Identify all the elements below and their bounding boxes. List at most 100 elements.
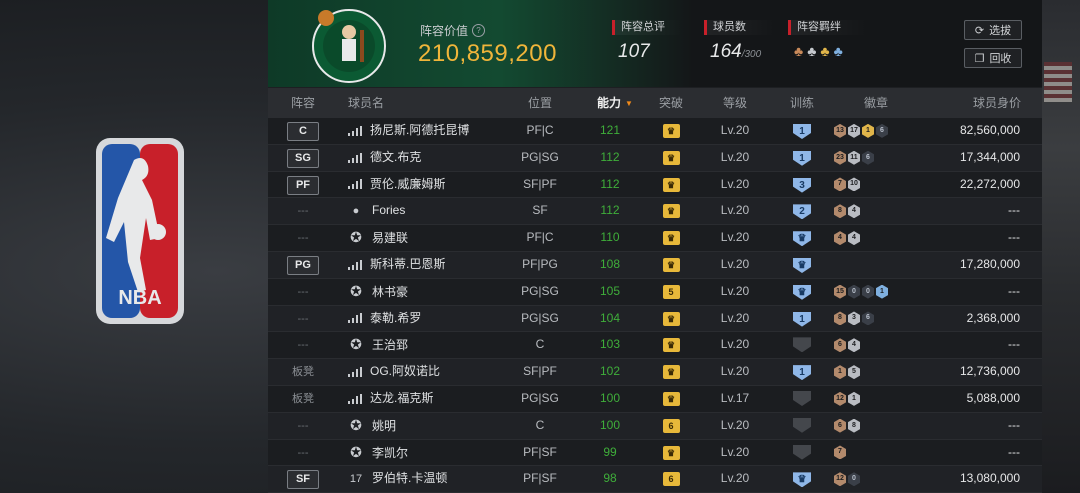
badge-dark-icon[interactable]: 6	[862, 150, 874, 165]
badge-dark-icon[interactable]: 0	[848, 472, 860, 487]
player-name[interactable]: Fories	[372, 203, 405, 217]
badge-dark-icon[interactable]: 6	[876, 123, 888, 138]
badge-silver-icon[interactable]: 4	[848, 204, 860, 219]
badge-silver-icon[interactable]: 5	[848, 365, 860, 380]
player-name-cell[interactable]: ✪ 姚明	[348, 413, 518, 439]
training-shield-icon[interactable]: 1	[793, 311, 811, 327]
lineup-slot-badge[interactable]: PF	[287, 175, 319, 195]
training-shield-icon[interactable]: 1	[793, 150, 811, 166]
breakthrough-icon[interactable]: ♛	[662, 311, 680, 326]
player-name-cell[interactable]: OG.阿奴诺比	[348, 359, 518, 385]
badge-bronze-icon[interactable]: 13	[834, 123, 846, 138]
player-name-cell[interactable]: ● Fories	[348, 198, 518, 224]
table-row[interactable]: C 扬尼斯.阿德托昆博 PF|C 121 ♛ Lv.20 1 13 17 1 6 82…	[268, 118, 1042, 145]
breakthrough-icon[interactable]: ♛	[662, 445, 680, 460]
table-row[interactable]: --- ✪ 李凯尔 PF|SF 99 ♛ Lv.20 7 ---	[268, 439, 1042, 467]
player-name[interactable]: 林书豪	[372, 285, 408, 299]
col-training[interactable]: 训练	[782, 88, 822, 118]
player-name[interactable]: 罗伯特.卡温顿	[372, 471, 447, 485]
table-row[interactable]: 板凳 OG.阿奴诺比 SF|PF 102 ♛ Lv.20 1 15 12,736…	[268, 359, 1042, 386]
table-row[interactable]: --- ✪ 林书豪 PG|SG 105 5 Lv.20 ♛ 15 0 0 1 ---	[268, 278, 1042, 306]
table-row[interactable]: PG 斯科蒂.巴恩斯 PF|PG 108 ♛ Lv.20 ♛ 17,280,00…	[268, 251, 1042, 279]
table-row[interactable]: SF 17 罗伯特.卡温顿 PF|SF 98 6 Lv.20 ♛ 12 0 13,0…	[268, 466, 1042, 493]
player-name-cell[interactable]: ✪ 李凯尔	[348, 440, 518, 466]
badge-bronze-icon[interactable]: 8	[834, 204, 846, 219]
badge-bronze-icon[interactable]: 8	[834, 311, 846, 326]
breakthrough-icon[interactable]: ♛	[662, 257, 680, 272]
lineup-slot-badge[interactable]: C	[287, 122, 319, 141]
player-name[interactable]: 王治郅	[372, 338, 408, 352]
breakthrough-icon[interactable]: 6	[662, 472, 680, 487]
badge-bronze-icon[interactable]: 4	[834, 231, 846, 246]
training-shield-icon[interactable]: ♛	[793, 257, 811, 273]
badge-bronze-icon[interactable]: 7	[834, 445, 846, 460]
badge-bronze-icon[interactable]: 1	[834, 365, 846, 380]
badge-bronze-icon[interactable]: 15	[834, 284, 846, 299]
breakthrough-icon[interactable]: ♛	[662, 231, 680, 246]
player-name[interactable]: 贾伦.威廉姆斯	[370, 177, 445, 191]
breakthrough-icon[interactable]: ♛	[662, 177, 680, 192]
lineup-slot-badge[interactable]: SG	[287, 148, 319, 168]
badge-dark-icon[interactable]: 0	[862, 284, 874, 299]
help-icon[interactable]: ?	[472, 24, 486, 37]
player-name-cell[interactable]: ✪ 易建联	[348, 225, 518, 251]
training-shield-icon[interactable]: 1	[793, 124, 811, 139]
badge-bronze-icon[interactable]: 12	[834, 472, 846, 487]
breakthrough-icon[interactable]: ♛	[662, 391, 680, 406]
col-position[interactable]: 位置	[520, 88, 560, 118]
recycle-button[interactable]: ❐ 回收	[964, 48, 1022, 68]
badge-blue-icon[interactable]: 1	[876, 284, 888, 299]
table-row[interactable]: 板凳 达龙.福克斯 PG|SG 100 ♛ Lv.17 12 1 5,088,00…	[268, 385, 1042, 413]
breakthrough-icon[interactable]: ♛	[662, 204, 680, 219]
bond-gold-icon[interactable]: ♣	[820, 43, 829, 59]
training-shield-icon[interactable]	[793, 417, 811, 433]
player-name-cell[interactable]: 贾伦.威廉姆斯	[348, 172, 518, 198]
badge-bronze-icon[interactable]: 6	[834, 338, 846, 353]
breakthrough-icon[interactable]: ♛	[662, 365, 680, 380]
badge-bronze-icon[interactable]: 12	[834, 391, 846, 406]
badge-silver-icon[interactable]: 8	[848, 418, 860, 433]
table-row[interactable]: --- ✪ 姚明 C 100 6 Lv.20 68 ---	[268, 412, 1042, 440]
breakthrough-icon[interactable]: ♛	[662, 338, 680, 353]
col-name[interactable]: 球员名	[348, 88, 408, 118]
col-badges[interactable]: 徽章	[856, 88, 896, 118]
col-slot[interactable]: 阵容	[282, 88, 324, 118]
training-shield-icon[interactable]: ♛	[793, 231, 811, 247]
breakthrough-icon[interactable]: ♛	[662, 150, 680, 165]
badge-dark-icon[interactable]: 6	[862, 311, 874, 326]
table-row[interactable]: PF 贾伦.威廉姆斯 SF|PF 112 ♛ Lv.20 3 7 10 22,27…	[268, 171, 1042, 199]
breakthrough-icon[interactable]: 6	[662, 418, 680, 433]
badge-silver-icon[interactable]: 4	[848, 231, 860, 246]
player-name-cell[interactable]: 17 罗伯特.卡温顿	[348, 466, 518, 492]
table-row[interactable]: --- ● Fories SF 112 ♛ Lv.20 2 84 ---	[268, 198, 1042, 226]
player-name[interactable]: 李凯尔	[372, 446, 408, 460]
badge-bronze-icon[interactable]: 23	[834, 150, 846, 165]
table-row[interactable]: SG 德文.布克 PG|SG 112 ♛ Lv.20 1 23 11 6 17,34…	[268, 144, 1042, 172]
player-name[interactable]: 泰勒.希罗	[370, 311, 421, 325]
player-name-cell[interactable]: ✪ 林书豪	[348, 279, 518, 305]
player-name[interactable]: 达龙.福克斯	[370, 391, 433, 405]
breakthrough-icon[interactable]: 5	[662, 284, 680, 299]
player-name-cell[interactable]: 德文.布克	[348, 145, 518, 171]
badge-bronze-icon[interactable]: 6	[834, 418, 846, 433]
table-row[interactable]: --- 泰勒.希罗 PG|SG 104 ♛ Lv.20 1 836 2,368,…	[268, 305, 1042, 333]
breakthrough-icon[interactable]: ♛	[662, 124, 680, 138]
bond-silver-icon[interactable]: ♣	[807, 43, 816, 59]
player-name[interactable]: 姚明	[372, 419, 396, 433]
badge-silver-icon[interactable]: 11	[848, 150, 860, 165]
badge-silver-icon[interactable]: 10	[848, 177, 860, 192]
training-shield-icon[interactable]	[793, 444, 811, 460]
player-name[interactable]: OG.阿奴诺比	[370, 364, 440, 378]
player-name[interactable]: 斯科蒂.巴恩斯	[370, 257, 445, 271]
badge-silver-icon[interactable]: 17	[848, 123, 860, 138]
training-shield-icon[interactable]: 3	[793, 177, 811, 193]
bond-icons[interactable]: ♣ ♣ ♣ ♣	[788, 43, 867, 59]
col-level[interactable]: 等级	[715, 88, 755, 118]
player-name[interactable]: 易建联	[372, 231, 408, 245]
col-ability[interactable]: 能力 ▼	[590, 88, 640, 118]
training-shield-icon[interactable]: ♛	[793, 284, 811, 300]
training-shield-icon[interactable]: ♛	[793, 472, 811, 488]
col-salary[interactable]: 球员身价	[962, 88, 1032, 118]
table-row[interactable]: --- ✪ 易建联 PF|C 110 ♛ Lv.20 ♛ 44 ---	[268, 225, 1042, 252]
col-breakthrough[interactable]: 突破	[651, 88, 691, 118]
